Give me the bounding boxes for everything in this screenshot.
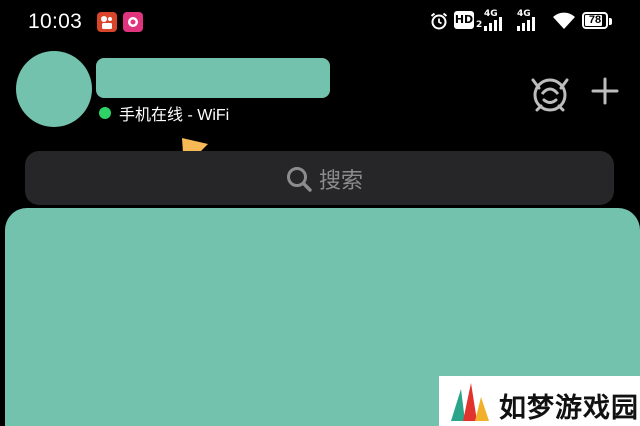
alarm-icon xyxy=(430,12,448,30)
search-placeholder: 搜索 xyxy=(319,168,364,193)
watermark: 如梦游戏园 xyxy=(439,376,640,426)
plus-icon[interactable] xyxy=(590,76,620,106)
cellular-4g-icon xyxy=(517,17,535,31)
search-icon xyxy=(287,167,312,192)
status-bar: 10:03 HD 2 4G 4G 78 xyxy=(0,0,640,44)
battery-percent: 78 xyxy=(588,14,602,26)
battery-tip xyxy=(609,18,612,25)
wifi-icon xyxy=(553,12,575,29)
avatar[interactable] xyxy=(16,51,92,127)
presence-status-text: 手机在线 - WiFi xyxy=(119,107,230,124)
hd-icon: HD xyxy=(454,11,474,29)
presence-status[interactable]: 手机在线 - WiFi xyxy=(99,102,229,124)
search-inner: 搜索 xyxy=(285,165,363,193)
search-bar[interactable]: 搜索 xyxy=(25,151,614,205)
watermark-text: 如梦游戏园 xyxy=(499,393,639,424)
online-status-dot xyxy=(99,107,111,119)
pink-app-icon xyxy=(123,12,143,32)
buddy-mascot-icon[interactable] xyxy=(527,72,573,114)
kuaishou-app-icon xyxy=(97,12,117,32)
watermark-logo xyxy=(451,383,489,421)
redacted-nickname[interactable] xyxy=(96,58,330,98)
cellular-4g-icon xyxy=(484,17,502,31)
battery-icon: 78 xyxy=(582,12,608,29)
status-time: 10:03 xyxy=(28,10,83,33)
